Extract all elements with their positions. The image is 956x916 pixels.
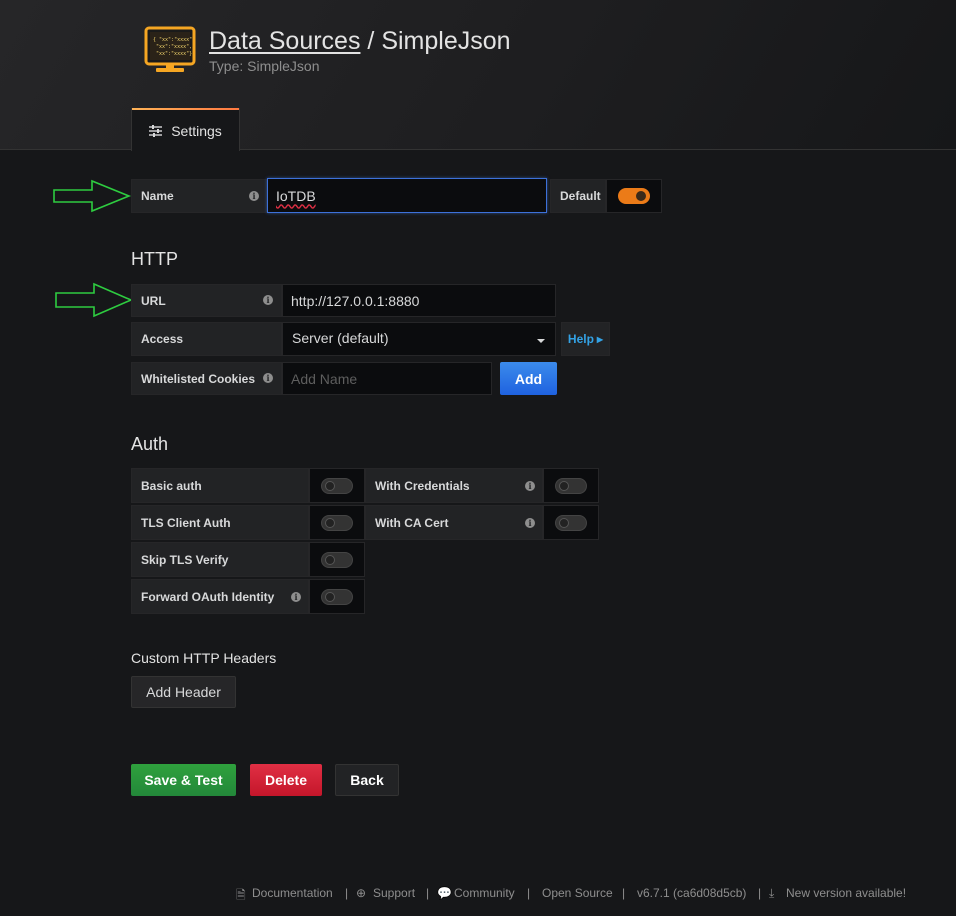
page-title: Data Sources / SimpleJson [209,27,511,56]
name-input[interactable]: IoTDB [267,178,547,213]
default-toggle[interactable] [618,188,650,204]
simplejson-logo-icon: { "xx":"xxxx" "xx":"xxxx", "xx":"xxxx"} [144,26,196,72]
skip-tls-verify-toggle[interactable] [321,552,353,568]
footer-separator: | [758,886,762,900]
skip-tls-verify-label: Skip TLS Verify [131,542,309,577]
default-label: Default [550,179,606,213]
footer-separator: | [345,886,349,900]
forward-oauth-switch-container [309,579,365,614]
cookies-info-icon[interactable]: i [263,373,273,383]
whitelisted-cookies-label: Whitelisted Cookies [131,362,282,395]
footer-community-link[interactable]: Community [454,886,515,900]
forward-oauth-toggle[interactable] [321,589,353,605]
add-cookie-button[interactable]: Add [500,362,557,395]
annotation-arrow-name [53,179,132,213]
http-section-title: HTTP [131,249,178,269]
skip-tls-verify-switch-container [309,542,365,577]
footer-separator: | [622,886,626,900]
access-label: Access [131,322,282,356]
custom-headers-title: Custom HTTP Headers [131,650,277,666]
url-label: URL [131,284,282,317]
document-icon: 🗎 [236,888,246,902]
footer-support-link[interactable]: Support [373,886,415,900]
svg-text:{ "xx":"xxxx": { "xx":"xxxx" [153,37,192,43]
back-button[interactable]: Back [335,764,399,796]
footer-separator: | [426,886,430,900]
name-info-icon[interactable]: i [249,191,259,201]
auth-section-title: Auth [131,434,169,454]
page-subtitle: Type: SimpleJson [209,58,320,74]
name-label: Name [131,179,267,213]
with-credentials-toggle[interactable] [555,478,587,494]
with-credentials-info-icon[interactable]: i [525,481,535,491]
forward-oauth-info-icon[interactable]: i [291,592,301,602]
comments-icon: 💬 [437,886,452,900]
tls-client-auth-label: TLS Client Auth [131,505,309,540]
support-icon: ⊕ [356,886,367,900]
tls-client-auth-toggle[interactable] [321,515,353,531]
basic-auth-toggle[interactable] [321,478,353,494]
access-select[interactable]: Server (default) [282,322,556,356]
url-input[interactable]: http://127.0.0.1:8880 [282,284,556,317]
footer-separator: | [527,886,531,900]
add-header-button[interactable]: Add Header [131,676,236,708]
datasource-name-title: SimpleJson [381,27,511,55]
cookies-input[interactable]: Add Name [282,362,492,395]
footer-documentation-link[interactable]: Documentation [252,886,333,900]
with-ca-cert-info-icon[interactable]: i [525,518,535,528]
footer-open-source-link[interactable]: Open Source [542,886,613,900]
basic-auth-switch-container [309,468,365,503]
with-ca-cert-switch-container [543,505,599,540]
tls-client-auth-switch-container [309,505,365,540]
svg-text:"xx":"xxxx",: "xx":"xxxx", [156,44,192,50]
caret-right-icon: ▶ [596,334,604,344]
basic-auth-label: Basic auth [131,468,309,503]
annotation-arrow-url [55,282,134,318]
download-icon: ⤓ [769,886,775,900]
tab-settings[interactable]: Settings [131,108,240,151]
delete-button[interactable]: Delete [250,764,322,796]
with-ca-cert-label: With CA Cert [365,505,543,540]
forward-oauth-label: Forward OAuth Identity [131,579,309,614]
breadcrumb-data-sources-link[interactable]: Data Sources [209,27,360,55]
breadcrumb-separator: / [367,27,375,55]
footer-version: v6.7.1 (ca6d08d5cb) [637,886,747,900]
chevron-down-icon [537,339,545,343]
with-credentials-label: With Credentials [365,468,543,503]
svg-text:"xx":"xxxx"}: "xx":"xxxx"} [156,51,192,57]
with-credentials-switch-container [543,468,599,503]
default-switch-container [606,179,662,213]
footer: 🗎 Documentation | ⊕ Support | 💬 Communit… [0,884,956,904]
save-test-button[interactable]: Save & Test [131,764,236,796]
footer-new-version-link[interactable]: New version available! [786,886,906,900]
tab-settings-label: Settings [171,122,222,139]
url-info-icon[interactable]: i [263,295,273,305]
help-button[interactable]: Help ▶ [561,322,610,356]
sliders-icon [149,124,163,137]
with-ca-cert-toggle[interactable] [555,515,587,531]
